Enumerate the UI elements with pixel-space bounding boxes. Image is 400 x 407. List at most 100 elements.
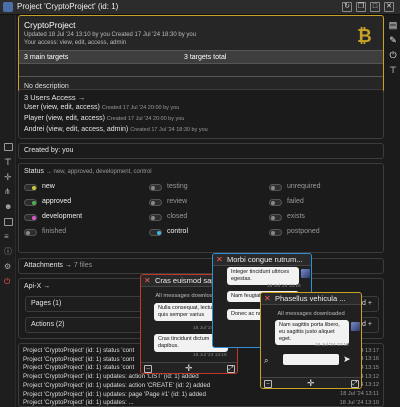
user-row[interactable]: Andrei (view, edit, access, admin) Creat… bbox=[24, 126, 364, 133]
project-card[interactable]: CryptoProject Updated 18 Jul '24 13:10 b… bbox=[18, 15, 384, 95]
attachments-panel: Attachments → 7 files bbox=[18, 258, 384, 274]
status-toggle[interactable] bbox=[269, 184, 282, 191]
status-toggle[interactable] bbox=[269, 199, 282, 206]
chat-note: All messages downloaded bbox=[277, 311, 345, 317]
hierarchy-icon[interactable]: ⋔ bbox=[4, 188, 13, 196]
move-icon[interactable]: ✛ bbox=[4, 173, 13, 182]
log-time: 18 Jul '24 13:11 bbox=[340, 391, 379, 397]
window-icon bbox=[3, 2, 13, 12]
status-label: testing bbox=[167, 183, 188, 190]
close-icon[interactable]: ✕ bbox=[384, 2, 394, 12]
log-entry: Project 'CryptoProject' (id: 1) status '… bbox=[23, 355, 135, 363]
refresh-icon[interactable]: ↻ bbox=[342, 2, 352, 12]
divider bbox=[19, 76, 383, 77]
send-icon[interactable]: ➤ bbox=[343, 354, 351, 365]
bitcoin-icon: ₿ bbox=[357, 26, 372, 46]
expand-icon[interactable]: ⤢ bbox=[351, 380, 359, 388]
status-toggle[interactable] bbox=[149, 214, 162, 221]
maximize-icon[interactable]: □ bbox=[370, 2, 380, 12]
close-icon[interactable]: ✕ bbox=[216, 255, 223, 264]
chat-title: Morbi congue rutrum... bbox=[227, 255, 303, 264]
chat-footer: – ✛ ⤢ bbox=[141, 362, 237, 373]
app-window: { "window": {"title": "Project 'CryptoPr… bbox=[0, 0, 400, 407]
status-toggle[interactable] bbox=[24, 184, 37, 191]
status-label: postponed bbox=[287, 228, 320, 235]
log-entry: Project 'CryptoProject' (id: 1) status '… bbox=[23, 364, 135, 372]
info-icon[interactable]: ⓘ bbox=[4, 248, 13, 256]
project-name: CryptoProject bbox=[24, 20, 76, 30]
settings-icon[interactable]: ⚙ bbox=[4, 263, 13, 271]
pages-label: Pages (1) bbox=[31, 300, 62, 307]
status-label: development bbox=[42, 213, 83, 220]
status-label: finished bbox=[42, 228, 67, 235]
message-bubble: Nam sagittis porta libero, eu sagittis j… bbox=[275, 320, 349, 345]
message-time: 18 Jul '24 13:16 bbox=[193, 353, 227, 358]
status-label: approved bbox=[42, 198, 72, 205]
avatar bbox=[351, 322, 360, 331]
minimize-icon[interactable]: – bbox=[264, 380, 272, 388]
power-icon[interactable]: ⏻ bbox=[4, 278, 13, 286]
log-entry: Project 'CryptoProject' (id: 1) updates:… bbox=[23, 381, 211, 389]
status-toggle[interactable] bbox=[24, 214, 37, 221]
status-toggle[interactable] bbox=[269, 229, 282, 236]
edit-icon[interactable]: ✎ bbox=[388, 36, 398, 45]
log-entry: Project 'CryptoProject' (id: 1) updates:… bbox=[23, 373, 199, 381]
move-icon[interactable]: ✛ bbox=[307, 379, 315, 388]
targets-row[interactable]: 3 main targets 3 targets total bbox=[19, 50, 383, 64]
avatar bbox=[301, 269, 310, 278]
status-toggle[interactable] bbox=[24, 229, 37, 236]
message-bubble: Integer tincidunt ultrices egestas. bbox=[227, 267, 299, 285]
users-icon[interactable]: ☻ bbox=[4, 203, 13, 211]
status-label: exists bbox=[287, 213, 305, 220]
created-by-panel: Created by: you bbox=[18, 143, 384, 159]
user-row[interactable]: Player (view, edit, access) Created 17 J… bbox=[24, 115, 364, 122]
project-meta: Updated 18 Jul '24 13:10 by you Created … bbox=[24, 32, 197, 38]
message-time: 18 Jul '24 13:16 bbox=[315, 343, 349, 348]
log-entry: Project 'CryptoProject' (id: 1) status '… bbox=[23, 347, 135, 354]
project-access: Your access: view, edit, access, admin bbox=[24, 40, 127, 46]
status-label: control bbox=[167, 228, 189, 235]
table-icon[interactable] bbox=[4, 143, 13, 151]
attachments-row[interactable]: Attachments → 7 files bbox=[24, 262, 364, 269]
main-targets: 3 main targets bbox=[24, 54, 69, 61]
log-entry: Project 'CryptoProject' (id: 1) updates:… bbox=[23, 390, 206, 398]
tree-icon[interactable]: ⊤ bbox=[4, 158, 13, 167]
layers-icon[interactable] bbox=[4, 218, 13, 226]
user-row[interactable]: User (view, edit, access) Created 17 Jul… bbox=[24, 104, 364, 111]
target-icon[interactable]: ⊤ bbox=[388, 66, 398, 75]
status-panel: Status → new, approved, development, con… bbox=[18, 163, 384, 253]
search-icon[interactable]: ⌕ bbox=[264, 356, 268, 366]
status-toggle[interactable] bbox=[149, 184, 162, 191]
expand-icon[interactable]: ⤢ bbox=[227, 365, 235, 373]
chat-window[interactable]: ✕ Phasellus vehicula ... All messages dow… bbox=[260, 292, 362, 389]
restore-icon[interactable]: ❐ bbox=[356, 2, 366, 12]
message-input[interactable] bbox=[283, 354, 339, 365]
status-heading[interactable]: Status → new, approved, development, con… bbox=[24, 168, 364, 175]
created-by: Created by: you bbox=[24, 147, 74, 154]
close-icon[interactable]: ✕ bbox=[264, 294, 271, 303]
chat-title: Phasellus vehicula ... bbox=[275, 294, 346, 303]
window-title: Project 'CryptoProject' (id: 1) bbox=[17, 2, 119, 11]
status-label: review bbox=[167, 198, 188, 205]
status-toggle[interactable] bbox=[269, 214, 282, 221]
power-icon[interactable]: ⏻ bbox=[388, 51, 398, 60]
status-toggle[interactable] bbox=[149, 229, 162, 236]
users-heading[interactable]: 3 Users Access → bbox=[24, 93, 364, 102]
move-icon[interactable]: ✛ bbox=[185, 364, 193, 373]
left-sidebar: ⊤ ✛ ⋔ ☻ ≡ ⓘ ⚙ ⏻ bbox=[0, 15, 16, 407]
status-toggle[interactable] bbox=[149, 199, 162, 206]
close-icon[interactable]: ✕ bbox=[144, 276, 151, 285]
minimize-icon[interactable]: – bbox=[144, 365, 152, 373]
chat-icon[interactable]: ▤ bbox=[388, 21, 398, 30]
actions-label: Actions (2) bbox=[31, 321, 65, 328]
log-entry: Project 'CryptoProject' (id: 1) updates:… bbox=[23, 399, 134, 407]
message-time: 18 Jul '24 13:16 bbox=[267, 284, 301, 289]
status-label: new bbox=[42, 183, 55, 190]
status-label: closed bbox=[167, 213, 188, 220]
chat-footer: – ✛ ⤢ bbox=[261, 377, 361, 388]
status-label: unrequired bbox=[287, 183, 321, 190]
status-toggle[interactable] bbox=[24, 199, 37, 206]
list-icon[interactable]: ≡ bbox=[4, 233, 13, 241]
log-time: 18 Jul '24 13:10 bbox=[339, 399, 379, 406]
status-label: failed bbox=[287, 198, 304, 205]
